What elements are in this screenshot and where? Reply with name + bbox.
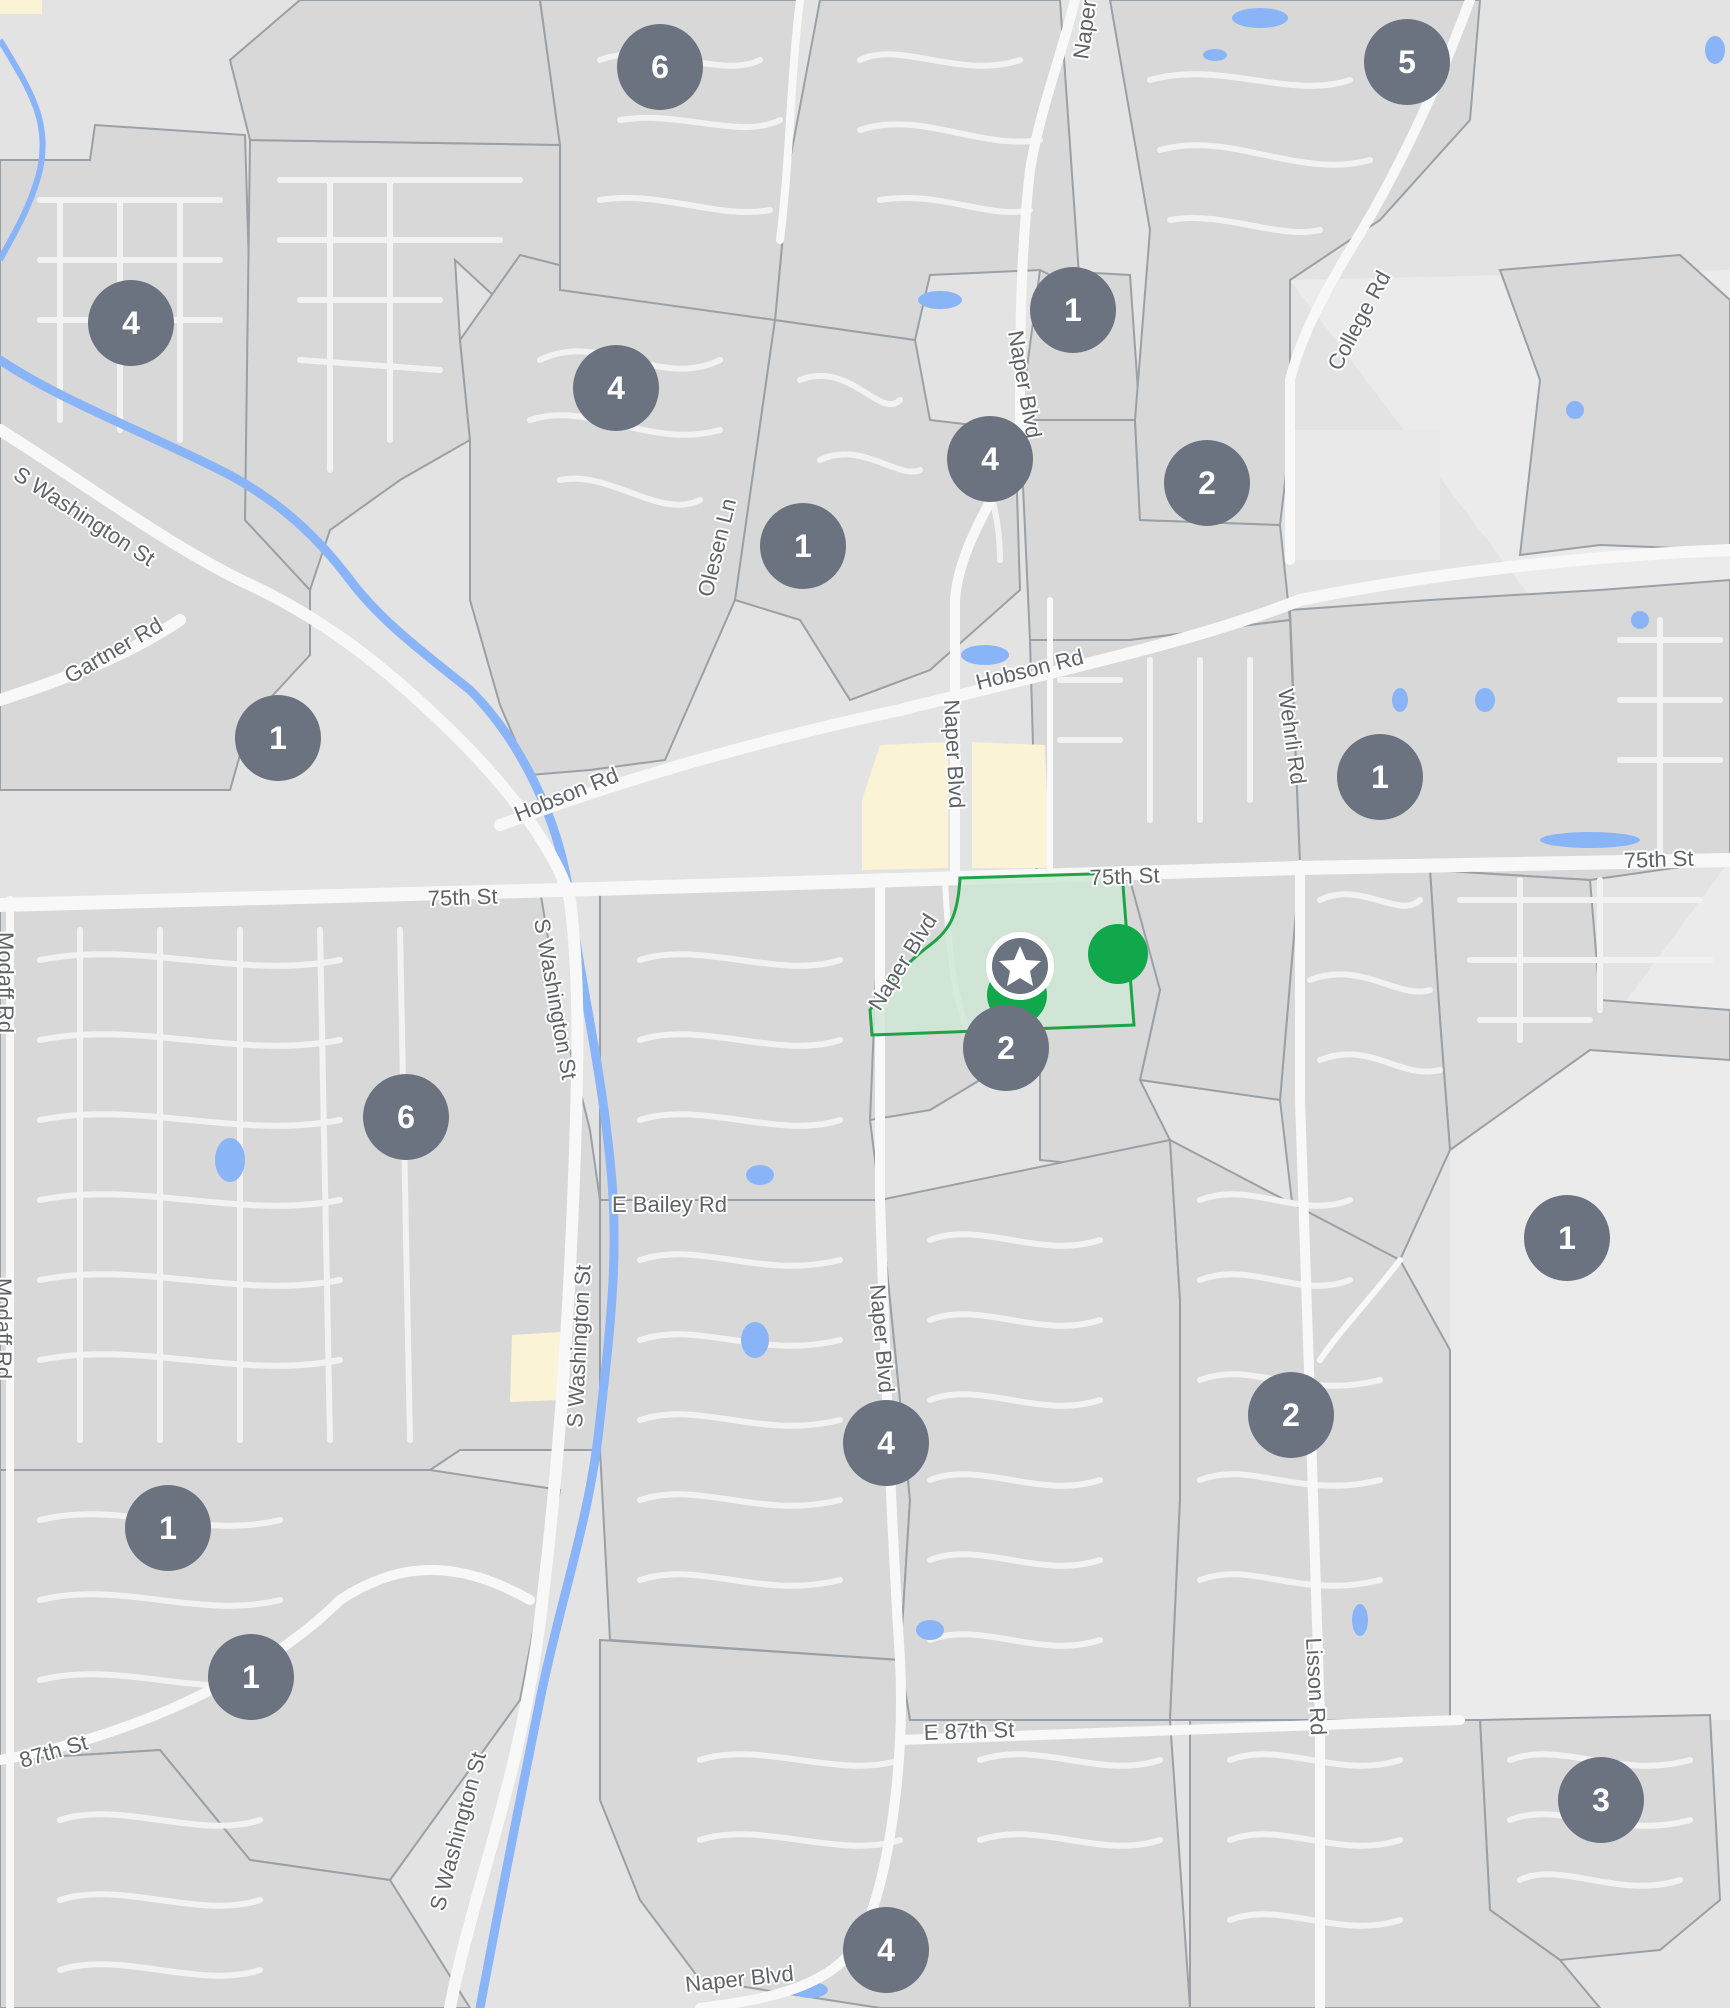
cluster-count: 5 [1398, 44, 1416, 80]
cluster-count: 2 [1198, 465, 1216, 501]
cluster-count: 4 [607, 370, 625, 406]
cluster-marker[interactable]: 4 [843, 1907, 929, 1993]
street-label-e-87th-st: E 87th St [923, 1717, 1014, 1745]
cluster-count: 1 [1558, 1220, 1576, 1256]
cluster-marker[interactable]: 1 [235, 695, 321, 781]
street-label-modaff-rd-upper: Modaff Rd [0, 932, 18, 1033]
cluster-marker[interactable]: 2 [1248, 1372, 1334, 1458]
cluster-marker[interactable]: 2 [1164, 440, 1250, 526]
cluster-count: 1 [269, 720, 287, 756]
street-label-75th-st-center: 75th St [1089, 863, 1160, 890]
cluster-marker[interactable]: 4 [573, 345, 659, 431]
street-label-75th-st-east: 75th St [1623, 846, 1694, 873]
cluster-marker[interactable]: 1 [1030, 267, 1116, 353]
cluster-marker[interactable]: 1 [208, 1634, 294, 1720]
cluster-count: 6 [651, 49, 669, 85]
cluster-count: 3 [1592, 1782, 1610, 1818]
street-label-e-bailey-rd: E Bailey Rd [612, 1192, 727, 1217]
cluster-marker[interactable]: 5 [1364, 19, 1450, 105]
cluster-count: 4 [877, 1425, 895, 1461]
cluster-marker[interactable]: 4 [88, 280, 174, 366]
street-label-lisson-rd: Lisson Rd [1301, 1637, 1331, 1736]
cluster-count: 1 [794, 528, 812, 564]
cluster-count: 4 [981, 441, 999, 477]
map-canvas[interactable]: Naper Naper Blvd Naper Blvd Naper Blvd N… [0, 0, 1730, 2008]
cluster-count: 1 [1064, 292, 1082, 328]
cluster-marker[interactable]: 6 [363, 1074, 449, 1160]
cluster-marker[interactable]: 2 [963, 1005, 1049, 1091]
map-view[interactable]: Naper Naper Blvd Naper Blvd Naper Blvd N… [0, 0, 1730, 2008]
cluster-count: 1 [242, 1659, 260, 1695]
cluster-count: 4 [122, 305, 140, 341]
cluster-marker[interactable]: 4 [843, 1400, 929, 1486]
cluster-marker[interactable]: 3 [1558, 1757, 1644, 1843]
listing-pin[interactable] [1088, 924, 1148, 984]
cluster-marker[interactable]: 1 [125, 1485, 211, 1571]
cluster-marker[interactable]: 4 [947, 416, 1033, 502]
cluster-count: 4 [877, 1932, 895, 1968]
cluster-count: 2 [997, 1030, 1015, 1066]
cluster-count: 1 [1371, 759, 1389, 795]
cluster-count: 6 [397, 1099, 415, 1135]
cluster-count: 1 [159, 1510, 177, 1546]
cluster-marker[interactable]: 1 [1337, 734, 1423, 820]
cluster-marker[interactable]: 1 [1524, 1195, 1610, 1281]
street-label-75th-st-west: 75th St [427, 884, 498, 911]
street-label-modaff-rd-lower: Modaff Rd [0, 1278, 16, 1379]
selected-home-marker[interactable] [986, 932, 1054, 1000]
cluster-count: 2 [1282, 1397, 1300, 1433]
cluster-marker[interactable]: 6 [617, 24, 703, 110]
cluster-marker[interactable]: 1 [760, 503, 846, 589]
